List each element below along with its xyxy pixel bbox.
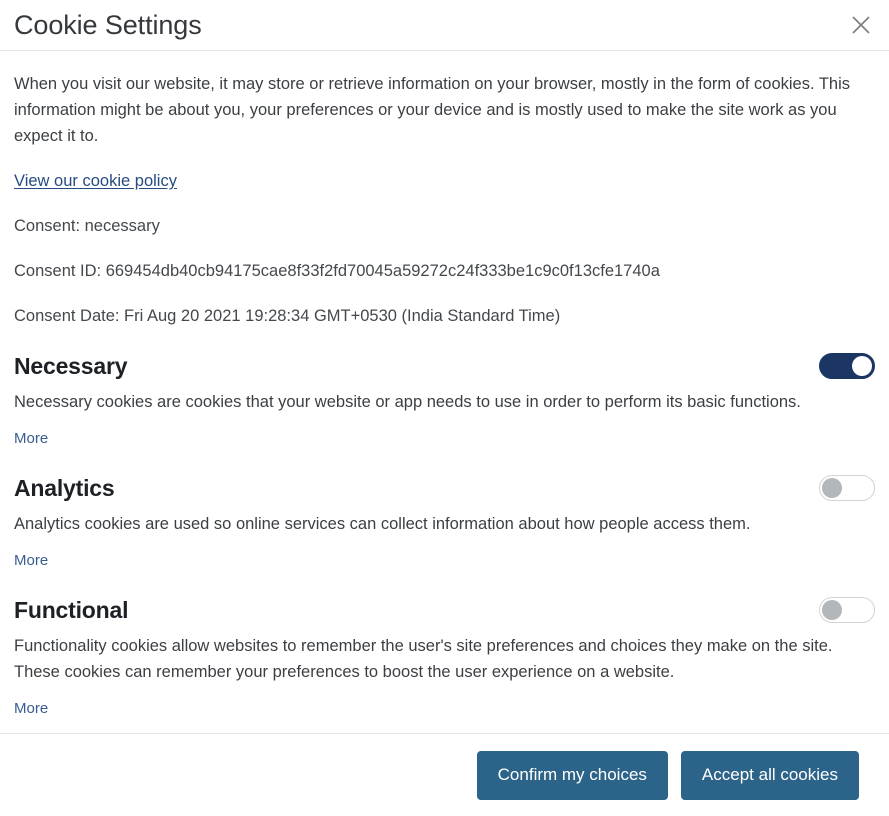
category-title: Necessary — [14, 353, 128, 379]
accept-all-cookies-button[interactable]: Accept all cookies — [680, 750, 859, 800]
category-description: Necessary cookies are cookies that your … — [14, 393, 801, 411]
page-title: Cookie Settings — [14, 10, 202, 40]
confirm-my-choices-button[interactable]: Confirm my choices — [476, 750, 668, 800]
cookie-policy-link[interactable]: View our cookie policy — [14, 172, 177, 190]
category-functional: Functional Functionality cookies allow w… — [14, 593, 875, 719]
category-description: Functionality cookies allow websites to … — [14, 637, 833, 681]
category-necessary: Necessary Necessary cookies are cookies … — [14, 349, 875, 449]
cookie-settings-dialog: Cookie Settings When you visit our websi… — [0, 0, 889, 816]
category-header: Functional — [14, 593, 875, 627]
toggle-knob — [852, 356, 872, 376]
dialog-footer: Confirm my choices Accept all cookies — [0, 733, 889, 816]
category-title: Functional — [14, 597, 129, 623]
intro-text: When you visit our website, it may store… — [14, 75, 851, 145]
category-header: Necessary — [14, 349, 875, 383]
dialog-body: When you visit our website, it may store… — [0, 51, 889, 733]
category-analytics: Analytics Analytics cookies are used so … — [14, 471, 875, 571]
toggle-knob — [822, 478, 842, 498]
toggle-functional[interactable] — [819, 597, 875, 623]
consent-id: Consent ID: 669454db40cb94175cae8f33f2fd… — [14, 262, 660, 280]
policy-link-row: View our cookie policy — [14, 170, 875, 192]
dialog-header: Cookie Settings — [0, 0, 889, 51]
more-link-functional[interactable]: More — [14, 699, 48, 719]
consent-status: Consent: necessary — [14, 217, 160, 235]
toggle-analytics[interactable] — [819, 475, 875, 501]
consent-date: Consent Date: Fri Aug 20 2021 19:28:34 G… — [14, 307, 561, 325]
category-title: Analytics — [14, 475, 115, 501]
close-button[interactable] — [845, 9, 877, 41]
close-icon — [850, 14, 872, 36]
category-header: Analytics — [14, 471, 875, 505]
more-link-analytics[interactable]: More — [14, 551, 48, 571]
toggle-necessary[interactable] — [819, 353, 875, 379]
more-link-necessary[interactable]: More — [14, 429, 48, 449]
toggle-knob — [822, 600, 842, 620]
category-description: Analytics cookies are used so online ser… — [14, 515, 751, 533]
